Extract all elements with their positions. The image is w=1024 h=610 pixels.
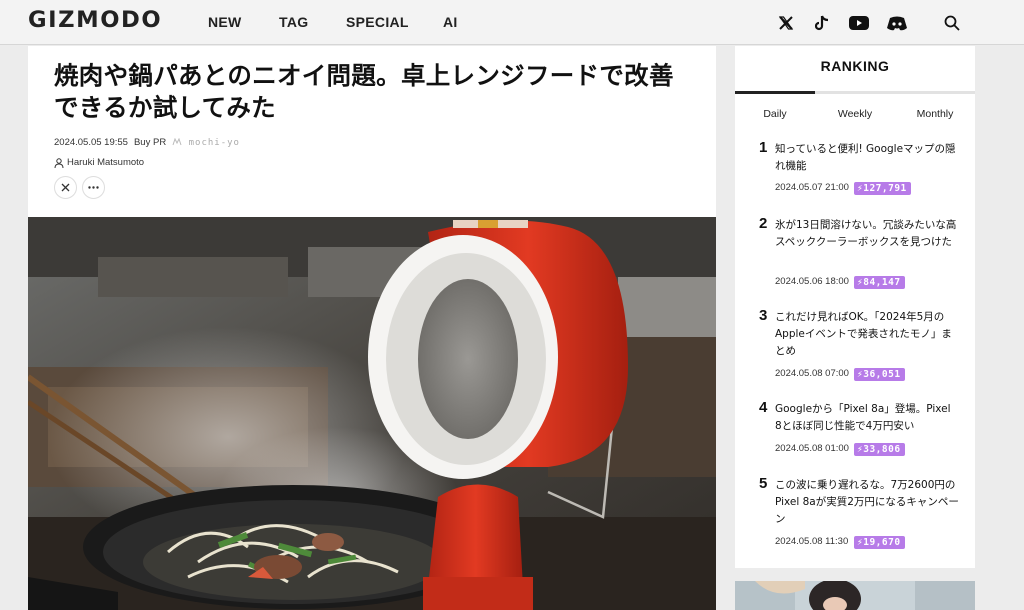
ranking-panel: RANKING Daily Weekly Monthly 1 知っていると便利!… bbox=[735, 46, 975, 568]
views-badge: ⚡19,670 bbox=[854, 536, 905, 549]
sponsor-logo: mochi-yo bbox=[172, 138, 240, 148]
ranking-item-date: 2024.05.08 01:00 bbox=[775, 443, 849, 454]
share-x-button[interactable] bbox=[54, 176, 77, 199]
more-icon bbox=[88, 186, 99, 189]
x-icon bbox=[61, 183, 70, 192]
ranking-item-date: 2024.05.08 07:00 bbox=[775, 368, 849, 379]
ranking-item-title[interactable]: 知っていると便利! Googleマップの隠れ機能 bbox=[775, 141, 959, 175]
nav-special[interactable]: SPECIAL bbox=[346, 14, 409, 30]
x-icon[interactable] bbox=[775, 12, 797, 34]
rank-number: 2 bbox=[759, 215, 768, 232]
site-logo[interactable]: GIZMODO bbox=[28, 8, 162, 33]
article-title: 焼肉や鍋パあとのニオイ問題。卓上レンジフードで改善できるか試してみた bbox=[54, 61, 674, 122]
views-badge: ⚡127,791 bbox=[854, 182, 911, 195]
ranking-item-title[interactable]: Googleから「Pixel 8a」登場。Pixel 8とほぼ同じ性能で4万円安… bbox=[775, 401, 959, 435]
article-meta: 2024.05.05 19:55 Buy PR mochi-yo bbox=[54, 137, 240, 148]
ranking-item-title[interactable]: この波に乗り遅れるな。7万2600円のPixel 8aが実質2万円になるキャンペ… bbox=[775, 477, 959, 528]
nav-new[interactable]: NEW bbox=[208, 14, 242, 30]
rank-number: 5 bbox=[759, 475, 768, 492]
person-icon bbox=[54, 157, 64, 168]
ranking-item-title[interactable]: 氷が13日間溶けない。冗談みたいな高スペッククーラーボックスを見つけた bbox=[775, 217, 959, 251]
tiktok-icon[interactable] bbox=[811, 12, 833, 34]
article-card: 焼肉や鍋パあとのニオイ問題。卓上レンジフードで改善できるか試してみた 2024.… bbox=[28, 46, 716, 610]
article-author[interactable]: Haruki Matsumoto bbox=[54, 157, 144, 168]
ranking-item-date: 2024.05.08 11:30 bbox=[775, 536, 849, 547]
sidebar-thumbnail[interactable] bbox=[735, 581, 975, 610]
ranking-item-date: 2024.05.07 21:00 bbox=[775, 182, 849, 193]
share-more-button[interactable] bbox=[82, 176, 105, 199]
pr-label: Buy PR bbox=[133, 137, 167, 148]
views-count: 19,670 bbox=[863, 537, 901, 548]
sponsor-mark-icon bbox=[172, 137, 182, 146]
views-count: 127,791 bbox=[863, 183, 907, 194]
hero-image bbox=[28, 217, 716, 610]
discord-icon[interactable] bbox=[886, 12, 908, 34]
views-badge: ⚡36,051 bbox=[854, 368, 905, 381]
ranking-item-title[interactable]: これだけ見ればOK。「2024年5月のAppleイベントで発表されたモノ」まとめ bbox=[775, 309, 959, 360]
active-tab-underline bbox=[735, 91, 815, 94]
rank-number: 3 bbox=[759, 307, 768, 324]
search-icon[interactable] bbox=[941, 12, 963, 34]
views-badge: ⚡33,806 bbox=[854, 443, 905, 456]
author-name: Haruki Matsumoto bbox=[67, 157, 145, 168]
nav-ai[interactable]: AI bbox=[443, 14, 458, 30]
views-badge: ⚡84,147 bbox=[854, 276, 905, 289]
views-count: 33,806 bbox=[863, 444, 901, 455]
rank-number: 4 bbox=[759, 399, 768, 416]
views-count: 36,051 bbox=[863, 369, 901, 380]
site-header: GIZMODO NEW TAG SPECIAL AI bbox=[0, 0, 1024, 45]
sponsor-name: mochi-yo bbox=[188, 137, 240, 148]
ranking-tab-indicator bbox=[735, 91, 975, 94]
views-count: 84,147 bbox=[863, 277, 901, 288]
ranking-title: RANKING bbox=[820, 58, 890, 74]
article-date: 2024.05.05 19:55 bbox=[54, 137, 128, 148]
tab-monthly[interactable]: Monthly bbox=[895, 108, 975, 120]
tab-weekly[interactable]: Weekly bbox=[815, 108, 895, 120]
nav-tag[interactable]: TAG bbox=[279, 14, 308, 30]
ranking-item-date: 2024.05.06 18:00 bbox=[775, 276, 849, 287]
tab-daily[interactable]: Daily bbox=[735, 108, 815, 120]
youtube-icon[interactable] bbox=[848, 12, 870, 34]
rank-number: 1 bbox=[759, 139, 768, 156]
